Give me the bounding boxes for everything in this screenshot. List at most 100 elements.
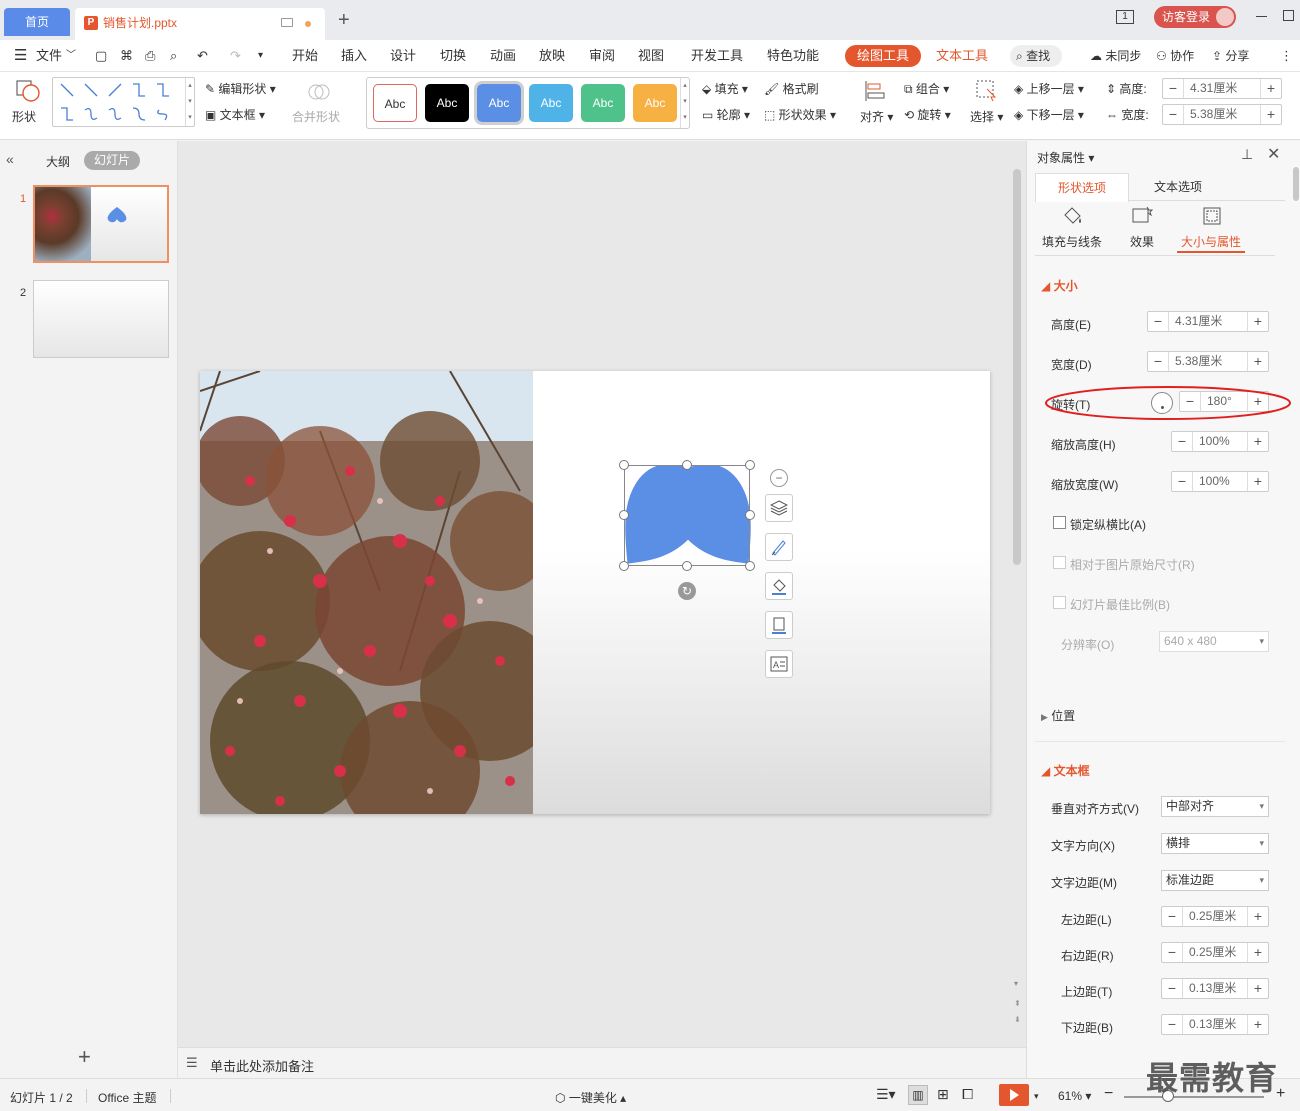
right-margin-increase[interactable]: + bbox=[1248, 943, 1268, 962]
tab-shape-options[interactable]: 形状选项 bbox=[1035, 173, 1129, 202]
scale-height-decrease[interactable]: − bbox=[1172, 432, 1192, 451]
select-pane-icon[interactable] bbox=[974, 78, 1000, 104]
menu-special[interactable]: 特色功能 bbox=[767, 48, 819, 64]
text-direction-select[interactable]: 横排 bbox=[1161, 833, 1269, 854]
top-margin-stepper[interactable]: − 0.13厘米 + bbox=[1161, 978, 1269, 999]
outline-tab[interactable]: 大纲 bbox=[46, 153, 70, 170]
bottom-margin-increase[interactable]: + bbox=[1248, 1015, 1268, 1034]
brush-tool-icon[interactable] bbox=[765, 533, 793, 561]
slide-1[interactable]: ↻ bbox=[200, 371, 990, 814]
section-position[interactable]: ▶ 位置 bbox=[1041, 707, 1075, 724]
menu-review[interactable]: 审阅 bbox=[589, 48, 615, 64]
style-gallery-scroll[interactable]: ▴ ▾ ▾ bbox=[680, 78, 689, 128]
style-swatch-6[interactable]: Abc bbox=[633, 84, 677, 122]
canvas-scrollbar[interactable] bbox=[1013, 169, 1021, 565]
top-margin-decrease[interactable]: − bbox=[1162, 979, 1182, 998]
minimize-button[interactable] bbox=[1256, 16, 1267, 17]
top-margin-increase[interactable]: + bbox=[1248, 979, 1268, 998]
slides-tab[interactable]: 幻灯片 bbox=[84, 151, 140, 170]
search-button[interactable]: ⌕ 查找 bbox=[1010, 45, 1062, 67]
sorter-view-icon[interactable]: ⊞ bbox=[937, 1086, 949, 1103]
resolution-select[interactable]: 640 x 480 bbox=[1159, 631, 1269, 652]
share-link-icon[interactable]: ⌘ bbox=[120, 48, 133, 64]
text-box-button[interactable]: ▣ 文本框 ▾ bbox=[205, 108, 265, 122]
resize-handle-se[interactable] bbox=[745, 561, 755, 571]
hamburger-menu-icon[interactable]: ☰ bbox=[14, 48, 27, 64]
resize-handle-e[interactable] bbox=[745, 510, 755, 520]
resize-handle-s[interactable] bbox=[682, 561, 692, 571]
format-painter-button[interactable]: 🖌 格式刷 bbox=[764, 82, 819, 96]
rp-width-increase[interactable]: + bbox=[1248, 352, 1268, 371]
play-slideshow-button[interactable] bbox=[999, 1084, 1029, 1106]
file-menu[interactable]: 文件 bbox=[36, 48, 62, 64]
menu-insert[interactable]: 插入 bbox=[341, 48, 367, 64]
tree-photo[interactable] bbox=[200, 371, 533, 814]
slide-thumbnail-2[interactable] bbox=[33, 280, 169, 358]
undo-icon[interactable]: ↶ bbox=[197, 48, 208, 64]
add-slide-button[interactable]: + bbox=[78, 1046, 91, 1068]
next-slide-arrow[interactable]: ⇟ bbox=[1014, 1015, 1021, 1024]
resize-handle-w[interactable] bbox=[619, 510, 629, 520]
rp-height-input[interactable]: 4.31厘米 bbox=[1168, 312, 1248, 331]
section-textbox[interactable]: ◢ 文本框 bbox=[1041, 762, 1090, 779]
text-margin-select[interactable]: 标准边距 bbox=[1161, 870, 1269, 891]
scale-width-stepper[interactable]: − 100% + bbox=[1171, 471, 1269, 492]
resize-handle-sw[interactable] bbox=[619, 561, 629, 571]
rp-height-increase[interactable]: + bbox=[1248, 312, 1268, 331]
home-tab[interactable]: 首页 bbox=[4, 8, 70, 36]
collapse-toolbar-icon[interactable]: − bbox=[770, 469, 788, 487]
outline-tool-icon[interactable] bbox=[765, 611, 793, 639]
notes-toggle-icon[interactable]: ☰▾ bbox=[876, 1086, 896, 1103]
scale-height-increase[interactable]: + bbox=[1248, 432, 1268, 451]
bottom-margin-stepper[interactable]: − 0.13厘米 + bbox=[1161, 1014, 1269, 1035]
gallery-scroll[interactable]: ▴ ▾ ▾ bbox=[185, 78, 194, 126]
size-property-icon[interactable] bbox=[1201, 205, 1223, 230]
menu-view[interactable]: 视图 bbox=[638, 48, 664, 64]
lock-ratio-checkbox[interactable] bbox=[1053, 516, 1066, 529]
text-tools-tab[interactable]: 文本工具 bbox=[936, 48, 988, 64]
collapse-panel-icon[interactable]: « bbox=[6, 151, 14, 167]
slide-thumbnail-1[interactable] bbox=[33, 185, 169, 263]
page-count-badge[interactable]: 1 bbox=[1116, 10, 1134, 24]
monitor-icon[interactable] bbox=[281, 18, 293, 27]
more-options-icon[interactable]: ⋮ bbox=[1280, 48, 1293, 64]
sub-tab-effect[interactable]: 效果 bbox=[1130, 233, 1154, 250]
text-tool-icon[interactable]: A bbox=[765, 650, 793, 678]
fill-line-icon[interactable] bbox=[1061, 205, 1083, 230]
maximize-button[interactable] bbox=[1283, 10, 1294, 21]
save-icon[interactable]: ▢ bbox=[95, 48, 107, 64]
rp-width-input[interactable]: 5.38厘米 bbox=[1168, 352, 1248, 371]
left-margin-input[interactable]: 0.25厘米 bbox=[1182, 907, 1248, 926]
outline-button[interactable]: ▭ 轮廓 ▾ bbox=[702, 108, 750, 122]
style-swatch-3[interactable]: Abc bbox=[474, 81, 524, 125]
rotate-handle-icon[interactable]: ↻ bbox=[678, 582, 696, 600]
panel-title[interactable]: 对象属性 ▾ bbox=[1037, 149, 1094, 166]
height-stepper[interactable]: − 4.31厘米 + bbox=[1162, 78, 1282, 99]
menu-developer[interactable]: 开发工具 bbox=[691, 48, 743, 64]
shapes-gallery[interactable]: ▴ ▾ ▾ bbox=[52, 77, 195, 127]
tab-text-options[interactable]: 文本选项 bbox=[1131, 173, 1225, 201]
style-swatch-1[interactable]: Abc bbox=[373, 84, 417, 122]
menu-transition[interactable]: 切换 bbox=[440, 48, 466, 64]
drawing-tools-tab[interactable]: 绘图工具 bbox=[845, 45, 922, 67]
visitor-login-button[interactable]: 访客登录 bbox=[1154, 6, 1236, 28]
rp-width-decrease[interactable]: − bbox=[1148, 352, 1168, 371]
width-input[interactable]: 5.38厘米 bbox=[1183, 105, 1261, 124]
scale-width-input[interactable]: 100% bbox=[1192, 472, 1248, 491]
pin-icon[interactable]: ⊥ bbox=[1241, 146, 1253, 163]
rp-height-decrease[interactable]: − bbox=[1148, 312, 1168, 331]
width-increase[interactable]: + bbox=[1261, 105, 1281, 124]
effect-icon[interactable] bbox=[1131, 205, 1154, 230]
notes-area[interactable]: ☰ 单击此处添加备注 bbox=[178, 1047, 1026, 1078]
play-dropdown-icon[interactable]: ▾ bbox=[1034, 1091, 1039, 1102]
chevron-down-icon[interactable]: ﹀ bbox=[66, 48, 76, 64]
height-decrease[interactable]: − bbox=[1163, 79, 1183, 98]
resize-handle-ne[interactable] bbox=[745, 460, 755, 470]
scale-width-decrease[interactable]: − bbox=[1172, 472, 1192, 491]
resize-handle-n[interactable] bbox=[682, 460, 692, 470]
select-label[interactable]: 选择 ▾ bbox=[970, 110, 1003, 124]
menu-start[interactable]: 开始 bbox=[292, 48, 318, 64]
style-swatch-2[interactable]: Abc bbox=[425, 84, 469, 122]
right-margin-input[interactable]: 0.25厘米 bbox=[1182, 943, 1248, 962]
scale-width-increase[interactable]: + bbox=[1248, 472, 1268, 491]
